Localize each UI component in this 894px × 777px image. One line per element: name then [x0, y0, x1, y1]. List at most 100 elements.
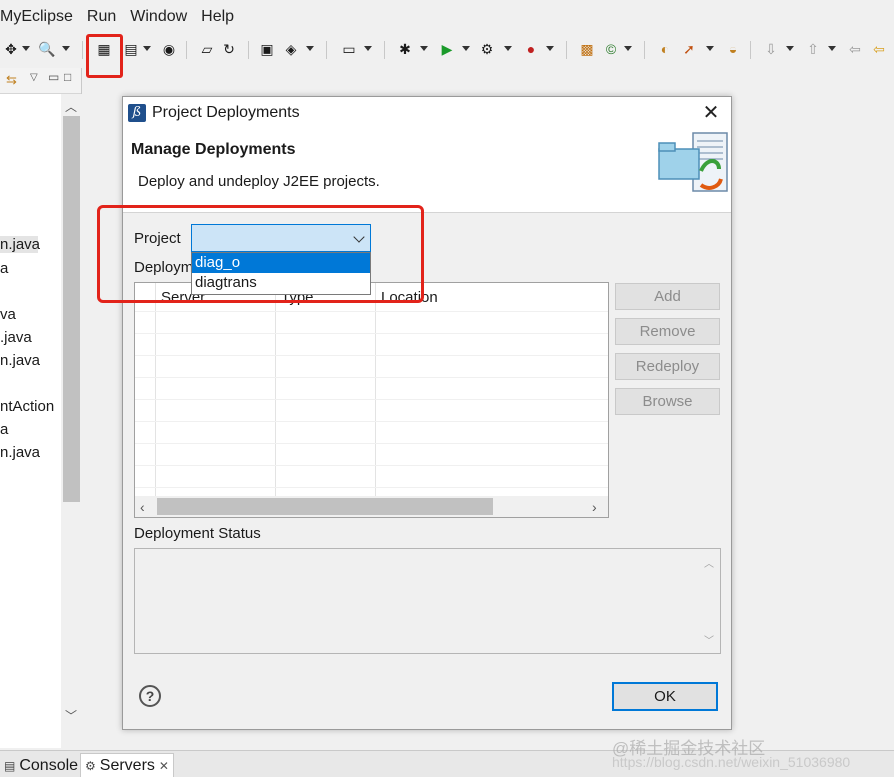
- view-toolbar: ⇆ ▽ ▭ □: [0, 68, 81, 94]
- dropdown-arrow-icon[interactable]: [504, 46, 512, 51]
- menu-help[interactable]: Help: [201, 8, 234, 32]
- menu-window[interactable]: Window: [130, 8, 187, 32]
- remove-button[interactable]: Remove: [615, 318, 720, 345]
- deployment-status-text[interactable]: ︿ ﹀: [134, 548, 721, 654]
- run-icon[interactable]: ▶: [438, 40, 456, 58]
- scroll-down-icon[interactable]: ﹀: [704, 632, 714, 647]
- globe-icon[interactable]: ◉: [160, 40, 178, 58]
- ok-button[interactable]: OK: [612, 682, 718, 711]
- highlight-box: [86, 34, 123, 78]
- scrollbar-thumb[interactable]: [63, 116, 80, 502]
- dropdown-arrow-icon[interactable]: [306, 46, 314, 51]
- toolbar-separator: [566, 41, 567, 59]
- dropdown-arrow-icon[interactable]: [546, 46, 554, 51]
- deployment-banner-icon: [658, 132, 728, 192]
- toolbar-separator: [82, 41, 83, 59]
- dropdown-arrow-icon[interactable]: [624, 46, 632, 51]
- dropdown-arrow-icon[interactable]: [706, 46, 714, 51]
- deployments-table[interactable]: Server Type Location ‹ ›: [134, 282, 609, 518]
- run-config-icon[interactable]: ⚙: [478, 40, 496, 58]
- dropdown-arrow-icon[interactable]: [22, 46, 30, 51]
- browse-button[interactable]: Browse: [615, 388, 720, 415]
- horizontal-scrollbar[interactable]: ‹ ›: [135, 496, 608, 517]
- toolbar-separator: [186, 41, 187, 59]
- toolbar-separator: [248, 41, 249, 59]
- myeclipse-icon: ß: [128, 104, 146, 122]
- scroll-up-icon[interactable]: ︿: [65, 98, 77, 115]
- dialog-header: Manage Deployments Deploy and undeploy J…: [123, 129, 731, 213]
- back-icon[interactable]: ⇦: [846, 40, 864, 58]
- camera-icon[interactable]: ▭: [340, 40, 358, 58]
- open-type-icon[interactable]: ◐: [656, 40, 674, 58]
- tree-item[interactable]: a: [0, 260, 8, 277]
- scrollbar-thumb[interactable]: [157, 498, 493, 515]
- dropdown-arrow-icon[interactable]: [420, 46, 428, 51]
- stop-icon[interactable]: ●: [522, 40, 540, 58]
- row-divider: [135, 377, 608, 378]
- servers-icon: ⚙: [85, 759, 96, 773]
- close-button[interactable]: ✕: [700, 102, 722, 124]
- redeploy-button[interactable]: Redeploy: [615, 353, 720, 380]
- tab-console[interactable]: ▤ Console: [0, 753, 82, 777]
- tree-item[interactable]: n.java: [0, 444, 40, 461]
- highlight-box: [97, 205, 424, 303]
- tree-item[interactable]: va: [0, 306, 16, 323]
- row-divider: [135, 465, 608, 466]
- scroll-down-icon[interactable]: ﹀: [65, 707, 77, 724]
- toolbar-separator: [384, 41, 385, 59]
- rocket-icon[interactable]: ➚: [680, 40, 698, 58]
- new-class-icon[interactable]: ©: [602, 40, 620, 58]
- help-button[interactable]: ?: [139, 685, 161, 707]
- tree-item[interactable]: n.java: [0, 236, 40, 253]
- project-deployments-dialog: ß Project Deployments ✕ Manage Deploymen…: [122, 96, 732, 730]
- row-divider: [135, 487, 608, 488]
- package-explorer: ⇆ ▽ ▭ □ n.java a va .java n.java ntActio…: [0, 68, 82, 748]
- menu-run[interactable]: Run: [87, 8, 116, 32]
- next-annotation-icon[interactable]: ⇩: [762, 40, 780, 58]
- search-icon[interactable]: 🔍: [38, 40, 56, 58]
- row-divider: [135, 311, 608, 312]
- dropdown-arrow-icon[interactable]: [786, 46, 794, 51]
- add-button[interactable]: Add: [615, 283, 720, 310]
- folder-icon[interactable]: ▱: [198, 40, 216, 58]
- dropdown-arrow-icon[interactable]: [364, 46, 372, 51]
- dropdown-arrow-icon[interactable]: [62, 46, 70, 51]
- view-menu-icon[interactable]: ▽: [30, 72, 38, 83]
- minimize-icon[interactable]: ▭: [48, 70, 59, 84]
- tree-item[interactable]: .java: [0, 329, 32, 346]
- row-divider: [135, 355, 608, 356]
- forward-icon[interactable]: ⇦: [870, 40, 888, 58]
- dropdown-arrow-icon[interactable]: [462, 46, 470, 51]
- maximize-icon[interactable]: □: [64, 70, 71, 84]
- tab-servers[interactable]: ⚙ Servers ✕: [80, 753, 174, 777]
- server-icon[interactable]: ▤: [122, 40, 140, 58]
- tab-label: Console: [19, 756, 79, 774]
- toolbar-separator: [326, 41, 327, 59]
- row-divider: [135, 333, 608, 334]
- watermark-url: https://blog.csdn.net/weixin_51036980: [612, 754, 851, 770]
- dropdown-arrow-icon[interactable]: [828, 46, 836, 51]
- deployment-status-label: Deployment Status: [134, 525, 261, 542]
- link-editor-icon[interactable]: ⇆: [6, 72, 17, 88]
- window-icon[interactable]: ▣: [258, 40, 276, 58]
- menu-myeclipse[interactable]: MyEclipse: [0, 8, 73, 32]
- new-wizard-icon[interactable]: ✥: [2, 40, 20, 58]
- dialog-titlebar: ß Project Deployments ✕: [123, 97, 731, 129]
- scroll-up-icon[interactable]: ︿: [704, 555, 714, 570]
- debug-icon[interactable]: ✱: [396, 40, 414, 58]
- dropdown-arrow-icon[interactable]: [143, 46, 151, 51]
- web-icon[interactable]: ◈: [282, 40, 300, 58]
- toolbar-separator: [644, 41, 645, 59]
- refresh-icon[interactable]: ↻: [220, 40, 238, 58]
- package-icon[interactable]: ▩: [578, 40, 596, 58]
- tree-item[interactable]: n.java: [0, 352, 40, 369]
- open-folder-icon[interactable]: ◒: [724, 40, 742, 58]
- scroll-left-icon[interactable]: ‹: [140, 499, 145, 515]
- vertical-scrollbar[interactable]: ︿ ﹀: [61, 94, 82, 748]
- tree-item[interactable]: ntAction: [0, 398, 54, 415]
- tab-label: Servers: [99, 757, 155, 774]
- prev-annotation-icon[interactable]: ⇧: [804, 40, 822, 58]
- close-icon[interactable]: ✕: [159, 759, 169, 773]
- tree-item[interactable]: a: [0, 421, 8, 438]
- scroll-right-icon[interactable]: ›: [592, 499, 597, 515]
